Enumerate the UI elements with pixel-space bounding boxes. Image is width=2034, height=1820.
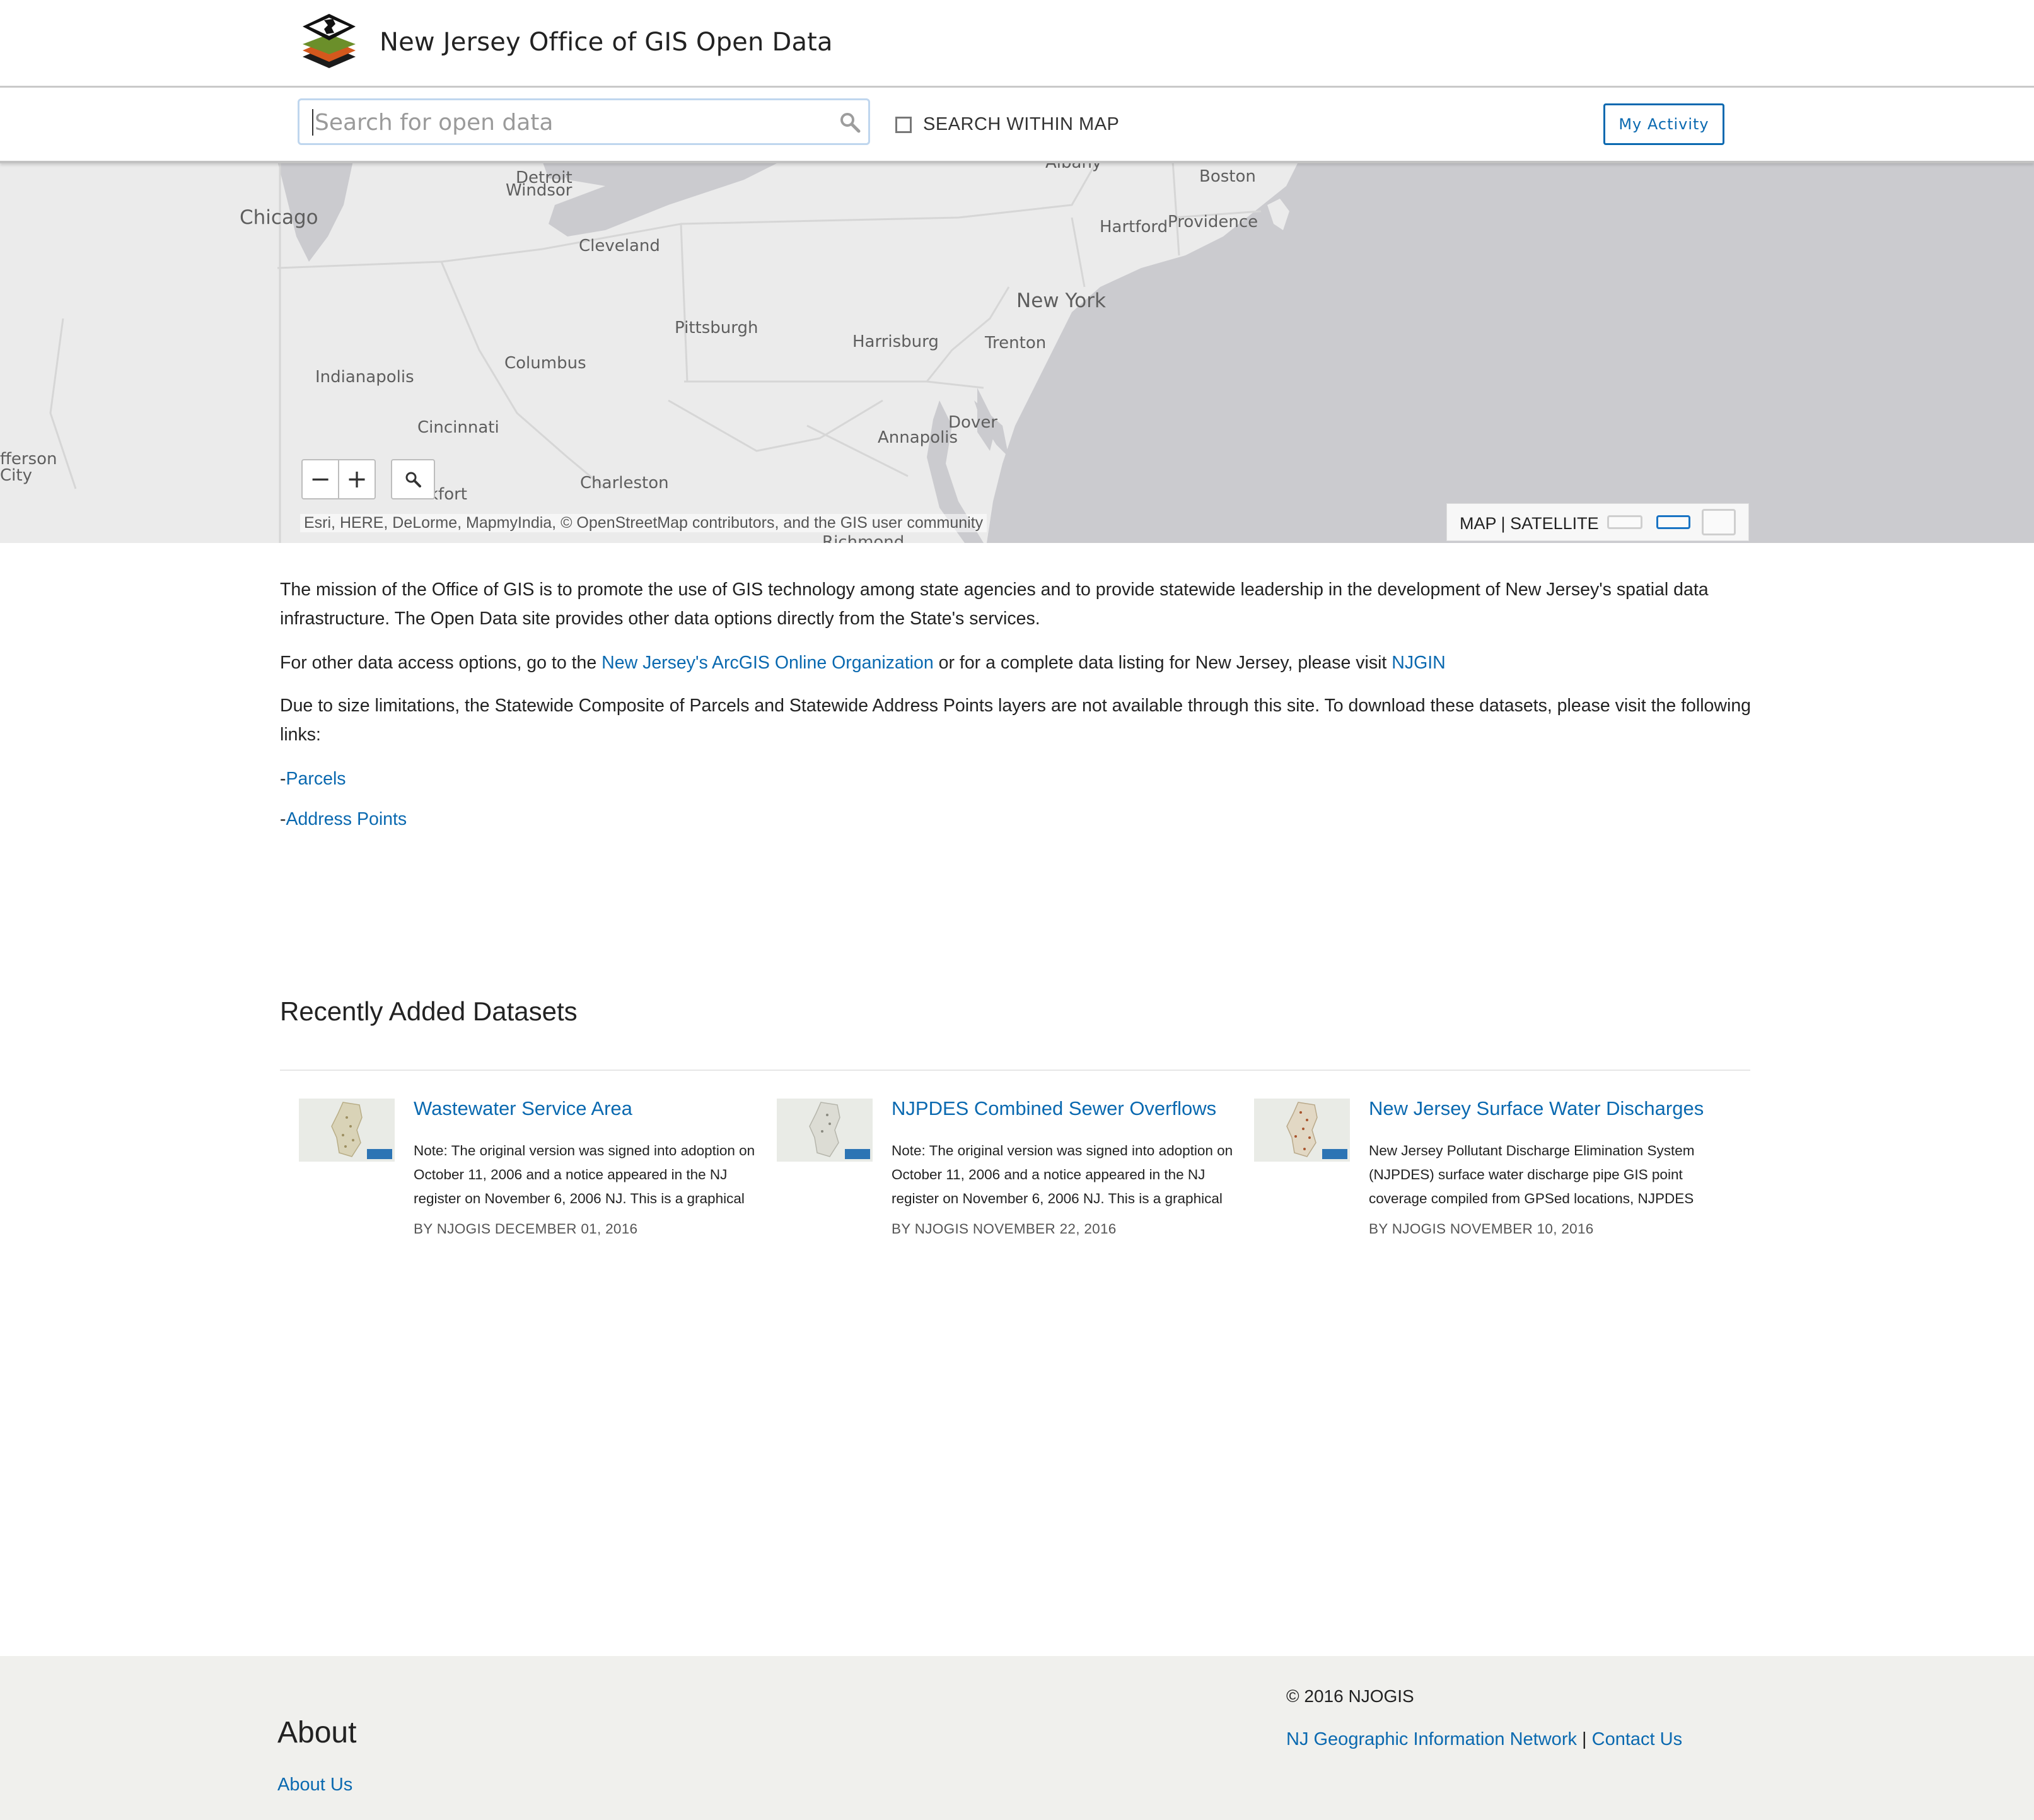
dataset-byline: BY NJOGIS DECEMBER 01, 2016 — [414, 1221, 638, 1237]
intro-section: The mission of the Office of GIS is to p… — [280, 575, 1755, 834]
map-label-indianapolis: Indianapolis — [315, 368, 414, 387]
basemap-swatch-dark[interactable] — [1702, 509, 1736, 535]
zoom-out-button[interactable]: − — [303, 460, 339, 498]
njogis-logo[interactable] — [299, 9, 359, 73]
site-header: New Jersey Office of GIS Open Data — [0, 0, 2034, 88]
address-points-dash: - — [280, 809, 286, 829]
arcgis-online-link[interactable]: New Jersey's ArcGIS Online Organization — [601, 653, 934, 673]
basemap-swatch-light[interactable] — [1607, 515, 1642, 529]
map-label-boston: Boston — [1199, 167, 1256, 186]
zoom-controls: − + — [301, 459, 376, 499]
site-title[interactable]: New Jersey Office of GIS Open Data — [380, 28, 833, 57]
search-box[interactable] — [298, 98, 870, 145]
section-divider — [280, 1070, 1750, 1071]
parcels-line: -Parcels — [280, 764, 1755, 793]
basemap-swatch-selected[interactable] — [1656, 515, 1690, 529]
njgin-footer-link[interactable]: NJ Geographic Information Network — [1286, 1729, 1577, 1749]
dataset-description: New Jersey Pollutant Discharge Eliminati… — [1369, 1143, 1695, 1206]
map-label-windsor: Windsor — [506, 181, 572, 200]
search-input[interactable] — [313, 108, 820, 137]
address-points-line: -Address Points — [280, 805, 1755, 834]
address-points-link[interactable]: Address Points — [286, 809, 407, 829]
parcels-link[interactable]: Parcels — [286, 769, 346, 789]
search-within-map-checkbox[interactable] — [895, 116, 912, 133]
dataset-thumbnail[interactable] — [1254, 1099, 1350, 1162]
dataset-thumbnail[interactable] — [299, 1099, 395, 1162]
map-label-columbus: Columbus — [504, 354, 586, 373]
footer-links: NJ Geographic Information Network | Cont… — [1286, 1729, 1682, 1750]
map-label-annapolis: Annapolis — [878, 428, 958, 447]
contact-us-link[interactable]: Contact Us — [1592, 1729, 1682, 1749]
map-label-charleston: Charleston — [580, 474, 669, 493]
magnifier-icon — [405, 472, 421, 487]
dataset-description: Note: The original version was signed in… — [892, 1143, 1233, 1206]
copyright-text: © 2016 NJOGIS — [1286, 1686, 1414, 1706]
map-label-richmond: Richmond — [822, 533, 905, 543]
text-cursor — [312, 109, 313, 136]
recent-datasets-heading: Recently Added Datasets — [280, 996, 578, 1026]
mission-paragraph: The mission of the Office of GIS is to p… — [280, 580, 1709, 629]
map-label-providence: Providence — [1168, 213, 1258, 231]
dataset-thumbnail[interactable] — [777, 1099, 873, 1162]
search-bar: SEARCH WITHIN MAP My Activity — [0, 88, 2034, 163]
dataset-byline: BY NJOGIS NOVEMBER 22, 2016 — [892, 1221, 1117, 1237]
map-label-harrisburg: Harrisburg — [852, 332, 939, 351]
search-icon[interactable] — [839, 112, 861, 133]
map-view[interactable]: Detroit Windsor Chicago Cleveland Albany… — [0, 161, 2034, 543]
njgin-link[interactable]: NJGIN — [1392, 653, 1446, 673]
parcels-dash: - — [280, 769, 286, 789]
my-activity-button[interactable]: My Activity — [1603, 103, 1724, 145]
map-label-chicago: Chicago — [240, 206, 318, 229]
basemap-toggle-labels: MAP | SATELLITE — [1460, 514, 1599, 534]
map-search-button[interactable] — [391, 459, 435, 499]
data-access-prefix: For other data access options, go to the — [280, 653, 602, 673]
map-label-pittsburgh: Pittsburgh — [675, 318, 758, 337]
dataset-card[interactable]: New Jersey Surface Water Discharges New … — [1254, 1097, 1708, 1249]
dataset-byline: BY NJOGIS NOVEMBER 10, 2016 — [1369, 1221, 1594, 1237]
about-heading: About — [277, 1716, 357, 1749]
dataset-card[interactable]: Wastewater Service Area Note: The origin… — [299, 1097, 755, 1249]
data-access-paragraph: For other data access options, go to the… — [280, 648, 1755, 677]
map-label-trenton: Trenton — [985, 334, 1047, 353]
footer-link-separator: | — [1582, 1729, 1587, 1749]
basemap-satellite-option[interactable]: SATELLITE — [1510, 514, 1599, 533]
map-label-new-york: New York — [1016, 289, 1106, 312]
map-attribution: Esri, HERE, DeLorme, MapmyIndia, © OpenS… — [300, 514, 987, 532]
map-label-cincinnati: Cincinnati — [417, 418, 499, 437]
zoom-in-button[interactable]: + — [339, 460, 375, 498]
map-label-cleveland: Cleveland — [579, 236, 660, 255]
basemap-switcher: MAP | SATELLITE — [1446, 503, 1749, 541]
size-limitations-paragraph: Due to size limitations, the Statewide C… — [280, 696, 1752, 745]
map-label-jefferson-city-2: City — [0, 466, 32, 485]
dataset-card[interactable]: NJPDES Combined Sewer Overflows Note: Th… — [777, 1097, 1233, 1249]
dataset-title-link[interactable]: NJPDES Combined Sewer Overflows — [892, 1097, 1216, 1120]
map-label-hartford: Hartford — [1100, 218, 1168, 236]
site-footer: About About Us © 2016 NJOGIS NJ Geograph… — [0, 1656, 2034, 1820]
data-access-middle: or for a complete data listing for New J… — [933, 653, 1392, 673]
dataset-title-link[interactable]: Wastewater Service Area — [414, 1097, 632, 1120]
basemap-separator: | — [1501, 514, 1506, 533]
search-within-map-label[interactable]: SEARCH WITHIN MAP — [923, 114, 1119, 135]
about-us-link[interactable]: About Us — [277, 1775, 352, 1795]
dataset-title-link[interactable]: New Jersey Surface Water Discharges — [1369, 1097, 1704, 1120]
dataset-description: Note: The original version was signed in… — [414, 1143, 755, 1206]
basemap-map-option[interactable]: MAP — [1460, 514, 1496, 533]
search-within-map-toggle[interactable]: SEARCH WITHIN MAP — [895, 114, 1119, 135]
